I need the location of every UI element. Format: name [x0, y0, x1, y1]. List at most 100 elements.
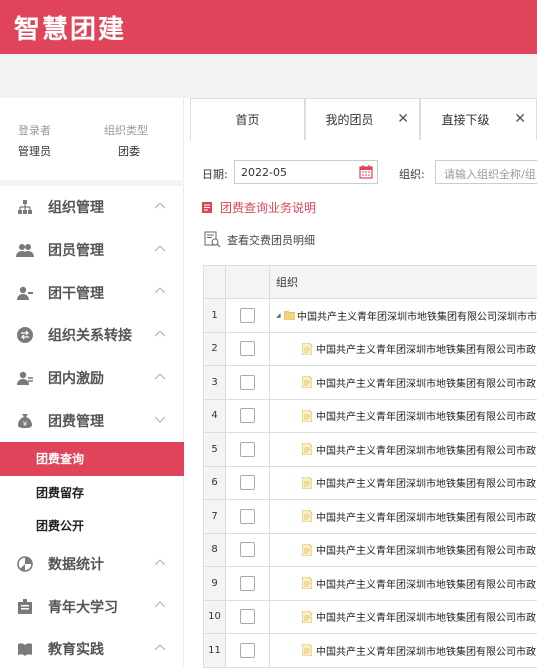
row-checkbox[interactable]: [240, 475, 255, 491]
table-row[interactable]: 11 中国共产主义青年团深圳市地铁集团有限公司市政: [204, 634, 537, 668]
sidebar-item-statistics[interactable]: 数据统计: [0, 543, 184, 586]
org-cell: 中国共产主义青年团深圳市地铁集团有限公司市政: [270, 433, 537, 467]
org-name[interactable]: 中国共产主义青年团深圳市地铁集团有限公司市政: [316, 442, 536, 457]
submenu-fee-public[interactable]: 团费公开: [0, 509, 184, 543]
main-content: 首页 我的团员 ✕ 直接下级 ✕ 日期: 2022-05 组织: 请输入组织全称…: [184, 98, 537, 668]
row-index: 2: [204, 332, 226, 366]
table-header: 组织: [204, 266, 537, 299]
sidebar-item-member-management[interactable]: 团员管理: [0, 229, 184, 272]
sidebar-item-label: 青年大学习: [48, 599, 118, 616]
org-name[interactable]: 中国共产主义青年团深圳市地铁集团有限公司市政: [316, 609, 536, 624]
row-check-cell: [226, 299, 270, 333]
file-icon: [302, 644, 312, 657]
tab-bar: 首页 我的团员 ✕ 直接下级 ✕: [190, 98, 537, 140]
expand-triangle-icon[interactable]: ◢: [276, 312, 281, 319]
org-name[interactable]: 中国共产主义青年团深圳市地铁集团有限公司市政: [316, 542, 536, 557]
app-title: 智慧团建: [14, 15, 127, 45]
table-row[interactable]: 1 ◢ 中国共产主义青年团深圳市地铁集团有限公司深圳市市: [204, 299, 537, 333]
transfer-icon: [16, 326, 34, 344]
org-cell: 中国共产主义青年团深圳市地铁集团有限公司市政: [270, 467, 537, 500]
submenu-fee-retention[interactable]: 团费留存: [0, 476, 184, 510]
row-checkbox[interactable]: [240, 341, 255, 357]
file-icon: [302, 409, 312, 422]
row-checkbox[interactable]: [240, 374, 255, 390]
sidebar-item-youth-study[interactable]: 青年大学习: [0, 585, 184, 628]
org-name[interactable]: 中国共产主义青年团深圳市地铁集团有限公司市政: [316, 375, 536, 390]
row-checkbox[interactable]: [240, 642, 255, 658]
sidebar-item-org-management[interactable]: 组织管理: [0, 186, 184, 229]
fee-query-notice-link[interactable]: 团费查询业务说明: [202, 199, 316, 216]
org-name[interactable]: 中国共产主义青年团深圳市地铁集团有限公司市政: [316, 643, 536, 658]
header-index-cell: [204, 266, 226, 299]
sidebar-item-fee-management[interactable]: ¥ 团费管理: [0, 399, 184, 442]
folder-icon: [283, 311, 295, 320]
table-row[interactable]: 9 中国共产主义青年团深圳市地铁集团有限公司市政: [204, 567, 537, 601]
table-row[interactable]: 2 中国共产主义青年团深圳市地铁集团有限公司市政: [204, 332, 537, 366]
search-document-icon: [204, 231, 221, 248]
row-index: 3: [204, 366, 226, 400]
row-check-cell: [226, 634, 270, 668]
sidebar-menu: 组织管理 团员管理 团干管理 组织关系转接 团内激励 ¥ 团费管理 团费查询 团…: [0, 186, 184, 671]
tab-my-members[interactable]: 我的团员 ✕: [305, 98, 420, 140]
org-cell: 中国共产主义青年团深圳市地铁集团有限公司市政: [270, 567, 537, 601]
org-search-input[interactable]: 请输入组织全称/组...: [435, 160, 537, 184]
sidebar-item-incentive[interactable]: 团内激励: [0, 357, 184, 400]
sidebar-item-label: 团干管理: [48, 285, 104, 302]
close-icon[interactable]: ✕: [514, 111, 526, 127]
table-row[interactable]: 5 中国共产主义青年团深圳市地铁集团有限公司市政: [204, 433, 537, 467]
date-field[interactable]: 2022-05: [234, 160, 378, 184]
sidebar-item-label: 教育实践: [48, 642, 104, 659]
row-checkbox[interactable]: [240, 508, 255, 524]
sidebar-item-relation-transfer[interactable]: 组织关系转接: [0, 314, 184, 357]
date-value: 2022-05: [241, 166, 287, 179]
row-checkbox[interactable]: [240, 307, 255, 323]
table-row[interactable]: 4 中国共产主义青年团深圳市地铁集团有限公司市政: [204, 399, 537, 433]
pie-chart-icon: [16, 555, 34, 573]
row-checkbox[interactable]: [240, 609, 255, 625]
table-row[interactable]: 3 中国共产主义青年团深圳市地铁集团有限公司市政: [204, 366, 537, 400]
org-label: 组织:: [399, 168, 425, 181]
row-checkbox[interactable]: [240, 441, 255, 457]
header-check-cell: [226, 266, 270, 299]
members-icon: [16, 241, 34, 259]
org-type-value: 团委: [118, 145, 140, 158]
close-icon[interactable]: ✕: [397, 111, 409, 127]
sidebar-item-label: 团员管理: [48, 243, 104, 260]
file-icon: [302, 476, 312, 489]
chevron-up-icon: [154, 601, 166, 608]
sidebar-item-label: 组织关系转接: [48, 328, 132, 345]
sidebar-item-cadre-management[interactable]: 团干管理: [0, 271, 184, 314]
sidebar-item-label: 数据统计: [48, 556, 104, 573]
org-name[interactable]: 中国共产主义青年团深圳市地铁集团有限公司深圳市市: [297, 308, 537, 323]
table-row[interactable]: 7 中国共产主义青年团深圳市地铁集团有限公司市政: [204, 500, 537, 534]
calendar-icon[interactable]: [359, 165, 373, 179]
row-index: 4: [204, 399, 226, 433]
row-check-cell: [226, 567, 270, 601]
table-row[interactable]: 6 中国共产主义青年团深圳市地铁集团有限公司市政: [204, 466, 537, 500]
row-checkbox[interactable]: [240, 408, 255, 424]
table-row[interactable]: 8 中国共产主义青年团深圳市地铁集团有限公司市政: [204, 533, 537, 567]
tab-home[interactable]: 首页: [190, 98, 305, 140]
tab-direct-subordinate[interactable]: 直接下级 ✕: [420, 98, 537, 140]
sidebar-item-education-practice[interactable]: 教育实践: [0, 628, 184, 671]
org-cell: 中国共产主义青年团深圳市地铁集团有限公司市政: [270, 534, 537, 567]
table-row[interactable]: 10 中国共产主义青年团深圳市地铁集团有限公司市政: [204, 600, 537, 634]
org-name[interactable]: 中国共产主义青年团深圳市地铁集团有限公司市政: [316, 576, 536, 591]
row-index: 7: [204, 500, 226, 534]
chevron-up-icon: [154, 330, 166, 337]
filter-bar: 日期: 2022-05 组织: 请输入组织全称/组...: [202, 160, 537, 186]
org-name[interactable]: 中国共产主义青年团深圳市地铁集团有限公司市政: [316, 509, 536, 524]
row-checkbox[interactable]: [240, 575, 255, 591]
org-name[interactable]: 中国共产主义青年团深圳市地铁集团有限公司市政: [316, 341, 536, 356]
org-name[interactable]: 中国共产主义青年团深圳市地铁集团有限公司市政: [316, 475, 536, 490]
org-name[interactable]: 中国共产主义青年团深圳市地铁集团有限公司市政: [316, 408, 536, 423]
row-checkbox[interactable]: [240, 542, 255, 558]
book-icon: [16, 640, 34, 658]
row-check-cell: [226, 533, 270, 567]
view-payment-detail-button[interactable]: 查看交费团员明细: [204, 231, 315, 248]
login-value: 管理员: [18, 145, 51, 158]
column-header-org: 组织: [270, 266, 537, 299]
row-check-cell: [226, 332, 270, 366]
file-icon: [302, 610, 312, 623]
submenu-fee-query[interactable]: 团费查询: [0, 442, 184, 476]
